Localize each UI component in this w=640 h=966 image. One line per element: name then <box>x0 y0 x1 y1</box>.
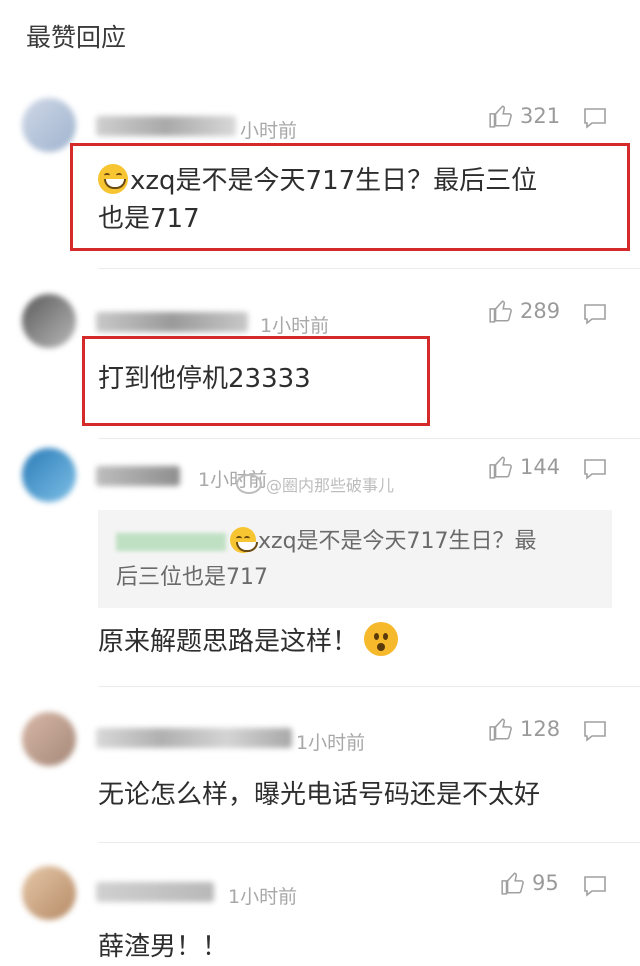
quoted-username-blurred <box>116 533 226 551</box>
watermark: @圈内那些破事儿 <box>236 472 394 496</box>
like-count: 289 <box>520 299 561 323</box>
like-count: 144 <box>520 455 561 479</box>
comment-time: 小时前 <box>240 120 298 142</box>
comment-bubble-icon[interactable] <box>582 719 608 743</box>
thumbs-up-icon <box>489 718 512 741</box>
thumbs-up-icon <box>501 872 524 895</box>
like-button[interactable]: 289 <box>488 298 560 324</box>
avatar[interactable] <box>22 866 76 920</box>
avatar[interactable] <box>22 294 76 348</box>
comment-bubble-icon[interactable] <box>582 457 608 481</box>
quoted-text: xzq是不是今天717生日？最 后三位也是717 <box>116 527 537 590</box>
highlight-box <box>70 143 630 251</box>
comment-time: 1小时前 <box>296 732 366 754</box>
comment-bubble-icon[interactable] <box>582 106 608 130</box>
username-blurred[interactable] <box>96 728 292 748</box>
like-button[interactable]: 95 <box>500 870 559 896</box>
username-blurred[interactable] <box>96 882 214 902</box>
comment-text: 原来解题思路是这样！ <box>98 622 399 661</box>
comment-text: 薛渣男！！ <box>98 932 229 962</box>
comment-bubble-icon[interactable] <box>582 874 608 898</box>
thumbs-up-icon <box>489 105 512 128</box>
divider <box>98 268 640 269</box>
like-count: 95 <box>532 871 559 895</box>
divider <box>98 438 640 439</box>
username-blurred[interactable] <box>96 312 248 332</box>
comment-time: 1小时前 <box>228 886 298 908</box>
avatar[interactable] <box>22 712 76 766</box>
avatar[interactable] <box>22 448 76 502</box>
thumbs-up-icon <box>489 300 512 323</box>
comment-text: 无论怎么样，曝光电话号码还是不太好 <box>98 780 541 810</box>
divider <box>98 842 640 843</box>
weibo-logo-icon <box>236 474 262 494</box>
username-blurred[interactable] <box>96 116 236 136</box>
surprised-emoji-icon <box>364 622 399 656</box>
like-count: 128 <box>520 717 561 741</box>
thumbs-up-icon <box>489 456 512 479</box>
divider <box>98 686 640 687</box>
username-blurred[interactable] <box>96 466 180 486</box>
laughing-emoji-icon <box>230 527 258 553</box>
avatar[interactable] <box>22 98 76 152</box>
like-count: 321 <box>520 104 561 128</box>
like-button[interactable]: 144 <box>488 454 560 480</box>
highlight-box <box>82 336 430 426</box>
like-button[interactable]: 128 <box>488 716 560 742</box>
like-button[interactable]: 321 <box>488 103 560 129</box>
quoted-reply[interactable]: xzq是不是今天717生日？最 后三位也是717 <box>98 510 612 608</box>
comment-bubble-icon[interactable] <box>582 302 608 326</box>
section-title: 最赞回应 <box>26 23 127 52</box>
comment-time: 1小时前 <box>260 315 330 337</box>
